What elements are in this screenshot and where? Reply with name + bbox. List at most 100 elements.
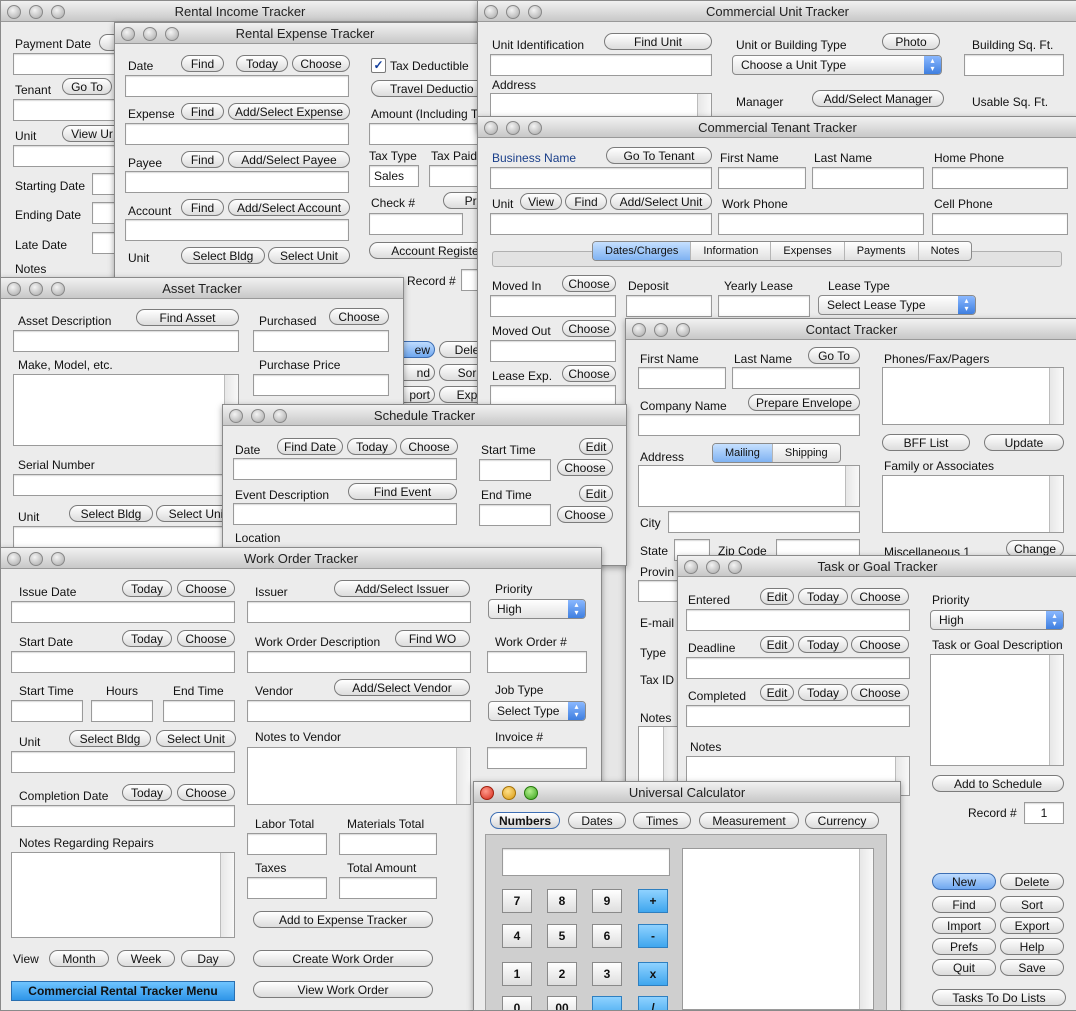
company-name-input[interactable] — [638, 414, 860, 436]
deadline-input[interactable] — [686, 657, 910, 679]
find-unit-button[interactable]: Find Unit — [604, 33, 712, 50]
address-textarea[interactable] — [638, 465, 860, 507]
start-today-button[interactable]: Today — [122, 630, 172, 647]
date-input[interactable] — [233, 458, 457, 480]
start-time-input[interactable] — [479, 459, 551, 481]
event-description-input[interactable] — [233, 503, 457, 525]
notes-regarding-repairs-textarea[interactable] — [11, 852, 235, 938]
add-select-vendor-button[interactable]: Add/Select Vendor — [334, 679, 470, 696]
shipping-segment[interactable]: Shipping — [773, 444, 840, 462]
add-select-unit-button[interactable]: Add/Select Unit — [610, 193, 712, 210]
tenant-input[interactable] — [13, 99, 123, 121]
bff-list-button[interactable]: BFF List — [882, 434, 970, 451]
moved-in-choose-button[interactable]: Choose — [562, 275, 616, 292]
add-to-schedule-button[interactable]: Add to Schedule — [932, 775, 1064, 792]
delete-button[interactable]: Delete — [1000, 873, 1064, 890]
view-button[interactable]: View — [520, 193, 562, 210]
calc-tab-measurement[interactable]: Measurement — [699, 812, 799, 829]
add-select-account-button[interactable]: Add/Select Account — [228, 199, 350, 216]
select-bldg-button[interactable]: Select Bldg — [69, 505, 153, 522]
tab-notes[interactable]: Notes — [919, 242, 972, 260]
key-multiply[interactable]: x — [638, 962, 668, 986]
end-time-input[interactable] — [479, 504, 551, 526]
issue-choose-button[interactable]: Choose — [177, 580, 235, 597]
invoice-no-input[interactable] — [487, 747, 587, 769]
key-6[interactable]: 6 — [592, 924, 622, 948]
unit-input[interactable] — [13, 526, 239, 548]
deadline-choose-button[interactable]: Choose — [851, 636, 909, 653]
end-edit-button[interactable]: Edit — [579, 485, 613, 502]
unit-input[interactable] — [490, 213, 712, 235]
end-choose-button[interactable]: Choose — [557, 506, 613, 523]
job-type-select[interactable]: Select Type — [488, 701, 586, 721]
entered-input[interactable] — [686, 609, 910, 631]
find-asset-button[interactable]: Find Asset — [136, 309, 239, 326]
materials-total-input[interactable] — [339, 833, 437, 855]
completion-today-button[interactable]: Today — [122, 784, 172, 801]
expense-find-button[interactable]: Find — [181, 103, 224, 120]
find-wo-button[interactable]: Find WO — [395, 630, 470, 647]
add-select-issuer-button[interactable]: Add/Select Issuer — [334, 580, 470, 597]
home-phone-input[interactable] — [932, 167, 1068, 189]
month-button[interactable]: Month — [49, 950, 109, 967]
completion-choose-button[interactable]: Choose — [177, 784, 235, 801]
date-input[interactable] — [125, 75, 349, 97]
entered-today-button[interactable]: Today — [798, 588, 848, 605]
make-model-textarea[interactable] — [13, 374, 239, 446]
first-name-input[interactable] — [638, 367, 726, 389]
select-bldg-button[interactable]: Select Bldg — [181, 247, 265, 264]
quit-button[interactable]: Quit — [932, 959, 996, 976]
help-button[interactable]: Help — [1000, 938, 1064, 955]
calc-tab-dates[interactable]: Dates — [568, 812, 626, 829]
go-to-button[interactable]: Go To — [808, 347, 860, 364]
business-name-input[interactable] — [490, 167, 712, 189]
calc-tab-numbers[interactable]: Numbers — [490, 812, 560, 829]
view-work-order-button[interactable]: View Work Order — [253, 981, 433, 998]
account-find-button[interactable]: Find — [181, 199, 224, 216]
deadline-today-button[interactable]: Today — [798, 636, 848, 653]
tab-payments[interactable]: Payments — [845, 242, 919, 260]
calc-tape[interactable] — [682, 848, 874, 1010]
last-name-input[interactable] — [732, 367, 860, 389]
find-date-button[interactable]: Find Date — [277, 438, 343, 455]
completed-choose-button[interactable]: Choose — [851, 684, 909, 701]
title-bar[interactable]: Task or Goal Tracker — [678, 556, 1076, 577]
key-8[interactable]: 8 — [547, 889, 577, 913]
key-7[interactable]: 7 — [502, 889, 532, 913]
go-to-tenant-button[interactable]: Go To Tenant — [606, 147, 712, 164]
hours-input[interactable] — [91, 700, 153, 722]
select-bldg-button[interactable]: Select Bldg — [69, 730, 151, 747]
labor-total-input[interactable] — [247, 833, 327, 855]
notes-to-vendor-textarea[interactable] — [247, 747, 471, 805]
taxes-input[interactable] — [247, 877, 327, 899]
vendor-input[interactable] — [247, 700, 471, 722]
purchase-price-input[interactable] — [253, 374, 389, 396]
date-today-button[interactable]: Today — [236, 55, 288, 72]
tab-expenses[interactable]: Expenses — [771, 242, 845, 260]
total-amount-input[interactable] — [339, 877, 437, 899]
issue-date-input[interactable] — [11, 601, 235, 623]
mailing-segment[interactable]: Mailing — [713, 444, 773, 462]
import-button[interactable]: Import — [932, 917, 996, 934]
moved-out-choose-button[interactable]: Choose — [562, 320, 616, 337]
unit-type-select[interactable]: Choose a Unit Type — [732, 55, 942, 75]
add-to-expense-button[interactable]: Add to Expense Tracker — [253, 911, 433, 928]
moved-in-input[interactable] — [490, 295, 616, 317]
unit-input[interactable] — [13, 145, 123, 167]
key-3[interactable]: 3 — [592, 962, 622, 986]
deadline-edit-button[interactable]: Edit — [760, 636, 794, 653]
key-plus[interactable]: + — [638, 889, 668, 913]
select-unit-button[interactable]: Select Unit — [156, 730, 236, 747]
key-9[interactable]: 9 — [592, 889, 622, 913]
cell-phone-input[interactable] — [932, 213, 1068, 235]
tab-dates-charges[interactable]: Dates/Charges — [593, 242, 692, 260]
phones-textarea[interactable] — [882, 367, 1064, 425]
payee-find-button[interactable]: Find — [181, 151, 224, 168]
view-unit-button[interactable]: View Ur — [62, 125, 122, 142]
key-2[interactable]: 2 — [547, 962, 577, 986]
save-button[interactable]: Save — [1000, 959, 1064, 976]
first-name-input[interactable] — [718, 167, 806, 189]
work-order-description-input[interactable] — [247, 651, 471, 673]
choose-button[interactable]: Choose — [400, 438, 458, 455]
end-time-input[interactable] — [163, 700, 235, 722]
